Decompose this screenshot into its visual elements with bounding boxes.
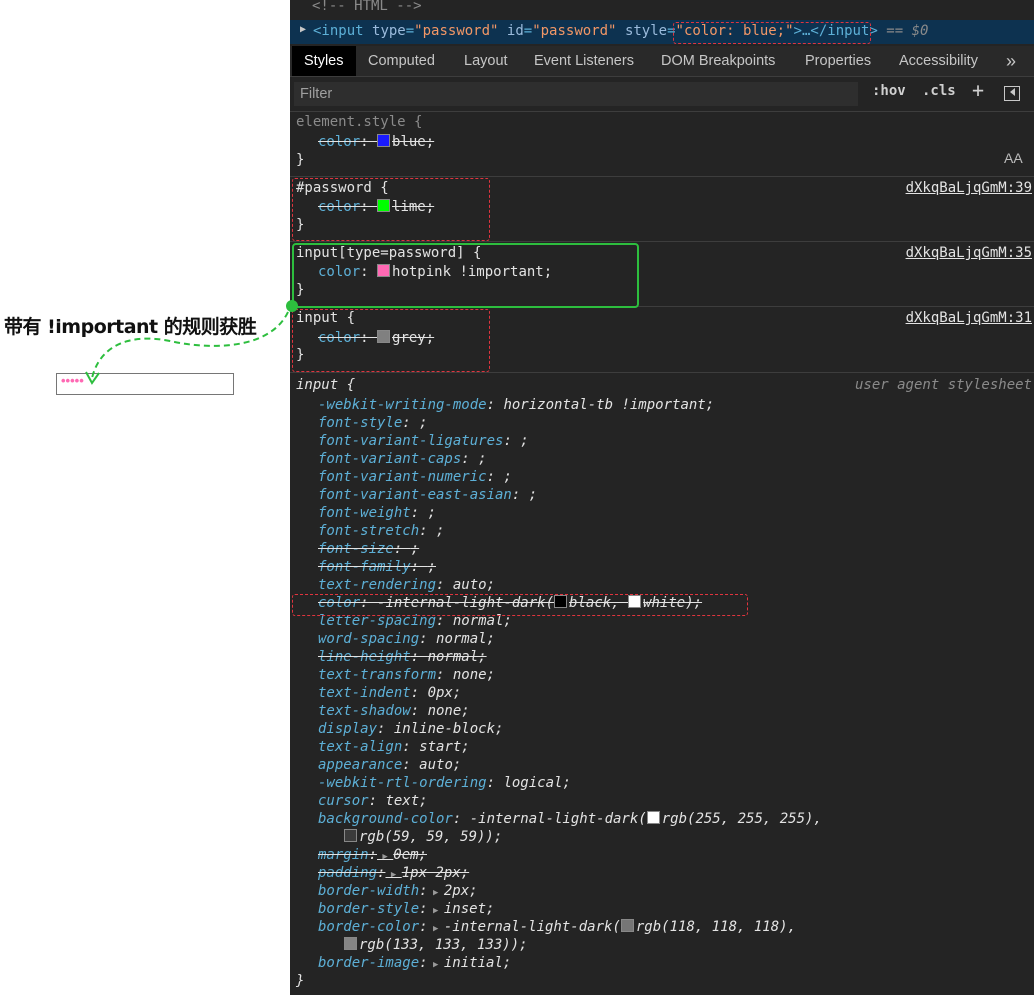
ua-decl: cursor: text; (318, 793, 428, 809)
ua-decl: text-align: start; (318, 739, 470, 755)
selector-element-style[interactable]: element.style { (296, 114, 422, 130)
highlight-ua-color (292, 594, 748, 616)
ua-decl: text-indent: 0px; (318, 685, 462, 701)
attr-id-value: "password" (532, 23, 617, 39)
ua-decl-border-color: border-color: ▶ -internal-light-dark(rgb… (318, 919, 797, 935)
caption-important-wins: 带有 !important 的规则获胜 (4, 316, 257, 338)
attr-style-name: style (624, 23, 668, 39)
swatch-white (646, 811, 660, 824)
html-comment: <!-- HTML --> (312, 0, 422, 14)
ua-decl: font-stretch: ; (318, 523, 445, 539)
more-tabs-icon[interactable]: » (1006, 46, 1016, 76)
user-agent-label: user agent stylesheet (854, 377, 1032, 393)
highlight-type-rule (292, 309, 490, 372)
swatch-grey (344, 937, 357, 950)
ua-decl: font-style: ; (318, 415, 428, 431)
toggle-sidebar-icon[interactable] (1004, 86, 1020, 101)
close-brace: } (296, 973, 305, 989)
close-brace: } (296, 152, 305, 168)
attr-type-name: type (372, 23, 406, 39)
filter-input[interactable]: Filter (294, 82, 858, 106)
ua-decl-overridden: padding: ▶ 1px 2px; (318, 865, 470, 881)
hov-toggle[interactable]: :hov (872, 83, 906, 99)
ua-decl-border-color-cont: rgb(133, 133, 133)); (344, 937, 528, 953)
swatch-dark-grey (344, 829, 357, 842)
ua-decl: text-transform: none; (318, 667, 496, 683)
ua-decl-overridden: margin: ▶ 0em; (318, 847, 427, 863)
highlight-id-rule (292, 178, 490, 241)
ua-decl: -webkit-rtl-ordering: logical; (318, 775, 571, 791)
tab-dom-breakpoints[interactable]: DOM Breakpoints (661, 46, 775, 76)
tab-properties[interactable]: Properties (805, 46, 871, 76)
tag-open: <input (313, 23, 364, 39)
ua-decl: border-image: ▶ initial; (318, 955, 512, 971)
attr-type-value: "password" (414, 23, 499, 39)
tab-layout[interactable]: Layout (464, 46, 508, 76)
ua-decl: font-variant-numeric: ; (318, 469, 512, 485)
ua-decl: text-rendering: auto; (318, 577, 496, 593)
ua-decl-background: background-color: -internal-light-dark(r… (318, 811, 822, 827)
cls-toggle[interactable]: .cls (922, 83, 956, 99)
selector-input-ua: input { (296, 377, 356, 393)
source-link-35[interactable]: dXkqBaLjqGmM:35 (906, 245, 1032, 261)
devtools-panel: <!-- HTML --> ▶ <input type="password" i… (290, 0, 1034, 995)
highlight-winning-rule (292, 243, 639, 308)
ua-decl: font-weight: ; (318, 505, 437, 521)
selected-marker: == $0 (886, 23, 929, 39)
password-input[interactable]: ••••• (56, 373, 234, 395)
filter-bar: Filter :hov .cls + (290, 77, 1034, 112)
ua-decl: border-style: ▶ inset; (318, 901, 495, 917)
ua-decl-overridden: font-family: ; (318, 559, 437, 575)
attr-id-name: id (506, 23, 524, 39)
password-dots: ••••• (61, 373, 84, 388)
decl-color-blue[interactable]: color: blue; (318, 134, 434, 150)
demo-panel: 带有 !important 的规则获胜 ••••• (0, 0, 290, 995)
ua-decl: border-width: ▶ 2px; (318, 883, 478, 899)
ua-decl: font-variant-east-asian: ; (318, 487, 538, 503)
source-link-31[interactable]: dXkqBaLjqGmM:31 (906, 310, 1032, 326)
ua-decl: -webkit-writing-mode: horizontal-tb !imp… (318, 397, 715, 413)
new-rule-button[interactable]: + (972, 78, 984, 102)
swatch-grey (620, 919, 634, 932)
ua-decl: word-spacing: normal; (318, 631, 496, 647)
ua-decl: appearance: auto; (318, 757, 462, 773)
tab-styles[interactable]: Styles (292, 46, 356, 76)
tab-computed[interactable]: Computed (368, 46, 435, 76)
tab-event-listeners[interactable]: Event Listeners (534, 46, 634, 76)
devtools-tabs: Styles Computed Layout Event Listeners D… (290, 46, 1034, 77)
selected-element-row[interactable]: ▶ <input type="password" id="password" s… (290, 20, 1034, 44)
ua-decl-overridden: font-size: ; (318, 541, 420, 557)
tab-accessibility[interactable]: Accessibility (899, 46, 978, 76)
ua-decl-overridden: line-height: normal; (318, 649, 487, 665)
swatch-blue[interactable] (377, 134, 391, 147)
ua-decl: text-shadow: none; (318, 703, 470, 719)
text-shadow-editor-icon[interactable]: AA (1004, 150, 1023, 166)
ua-decl: display: inline-block; (318, 721, 504, 737)
ua-decl: font-variant-caps: ; (318, 451, 487, 467)
ua-decl: font-variant-ligatures: ; (318, 433, 529, 449)
source-link-39[interactable]: dXkqBaLjqGmM:39 (906, 180, 1032, 196)
expand-triangle-icon[interactable]: ▶ (300, 24, 306, 35)
highlight-inline-style (673, 22, 871, 44)
ua-decl-background-cont: rgb(59, 59, 59)); (344, 829, 502, 845)
